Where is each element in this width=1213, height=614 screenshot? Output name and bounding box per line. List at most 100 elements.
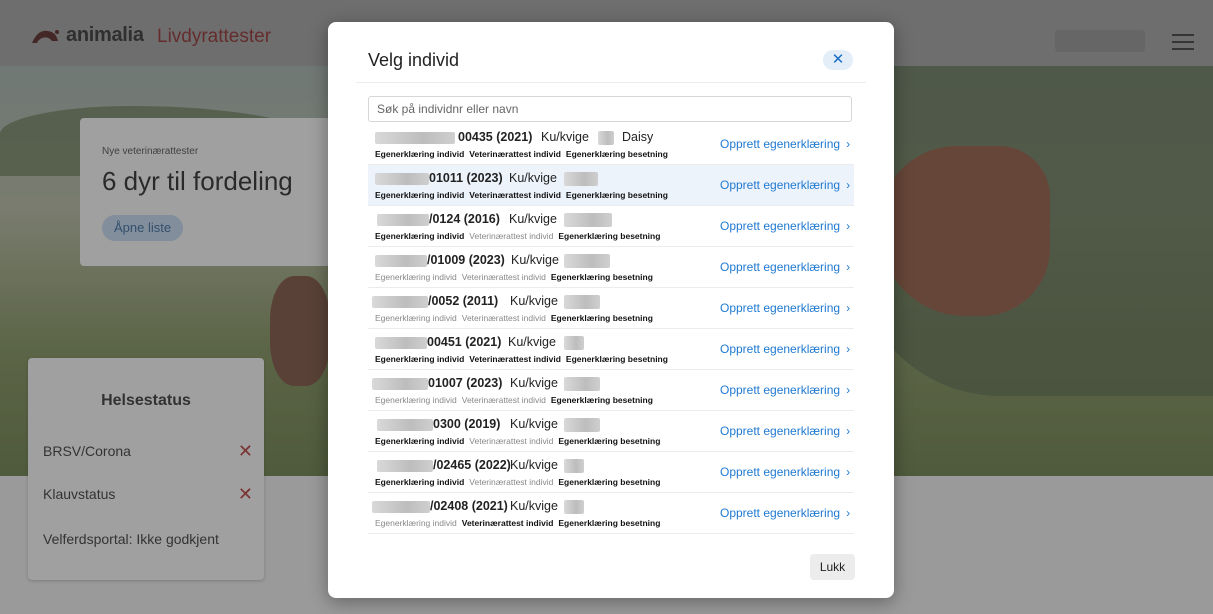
individual-list: 00435 (2021) Ku/kvige Daisy Egenerklæring i… xyxy=(368,124,854,534)
animal-category: Ku/kvige xyxy=(511,253,559,267)
list-item[interactable]: 01011 (2023) Ku/kvige Egenerklæring indivi… xyxy=(368,165,854,206)
select-individual-modal: Velg individ ✕ 00435 (2021) Ku/kvige Daisy… xyxy=(328,22,894,598)
declaration-tag: Egenerklæring individ xyxy=(375,436,465,446)
chevron-right-icon: › xyxy=(846,260,851,274)
list-item[interactable]: /0124 (2016) Ku/kvige Egenerklæring indivi… xyxy=(368,206,854,247)
declaration-tag: Veterinærattest individ xyxy=(469,354,561,364)
declaration-tags: Egenerklæring individ Veterinærattest ind… xyxy=(375,149,673,159)
create-declaration-label: Opprett egenerklæring xyxy=(720,219,841,233)
chevron-right-icon: › xyxy=(846,178,851,192)
declaration-tag: Veterinærattest individ xyxy=(469,149,561,159)
create-declaration-link[interactable]: Opprett egenerklæring › xyxy=(720,506,850,520)
redacted-name xyxy=(564,295,600,309)
search-input[interactable] xyxy=(368,96,852,122)
declaration-tag: Egenerklæring besetning xyxy=(558,231,661,241)
animal-category: Ku/kvige xyxy=(510,499,558,513)
animal-category: Ku/kvige xyxy=(510,417,558,431)
individual-number: 01007 (2023) xyxy=(428,376,503,390)
animal-category: Ku/kvige xyxy=(509,212,557,226)
create-declaration-link[interactable]: Opprett egenerklæring › xyxy=(720,383,850,397)
chevron-right-icon: › xyxy=(846,301,851,315)
individual-number: /01009 (2023) xyxy=(427,253,505,267)
declaration-tags: Egenerklæring individ Veterinærattest ind… xyxy=(375,190,673,200)
individual-number: /0052 (2011) xyxy=(428,294,499,308)
declaration-tag: Veterinærattest individ xyxy=(461,518,554,528)
list-item[interactable]: /02408 (2021) Ku/kvige Egenerklæring indiv… xyxy=(368,493,854,534)
declaration-tag: Egenerklæring besetning xyxy=(565,190,668,200)
animal-category: Ku/kvige xyxy=(510,294,558,308)
chevron-right-icon: › xyxy=(846,383,851,397)
declaration-tag: Egenerklæring besetning xyxy=(558,436,661,446)
declaration-tag: Egenerklæring besetning xyxy=(550,313,653,323)
individual-number: /02408 (2021) xyxy=(430,499,508,513)
declaration-tag: Veterinærattest individ xyxy=(461,313,546,323)
list-item[interactable]: /0052 (2011) Ku/kvige Egenerklæring indivi… xyxy=(368,288,854,329)
create-declaration-link[interactable]: Opprett egenerklæring › xyxy=(720,342,850,356)
individual-number: 00451 (2021) xyxy=(427,335,502,349)
declaration-tag: Egenerklæring individ xyxy=(375,272,457,282)
list-item[interactable]: /01009 (2023) Ku/kvige Egenerklæring indiv… xyxy=(368,247,854,288)
create-declaration-link[interactable]: Opprett egenerklæring › xyxy=(720,137,850,151)
redacted-name xyxy=(564,500,584,514)
create-declaration-label: Opprett egenerklæring xyxy=(720,342,841,356)
list-item[interactable]: /02465 (2022) Ku/kvige Egenerklæring indiv… xyxy=(368,452,854,493)
redacted-id-prefix xyxy=(372,501,430,513)
redacted-name xyxy=(564,418,600,432)
declaration-tag: Egenerklæring individ xyxy=(375,149,465,159)
chevron-right-icon: › xyxy=(846,506,851,520)
declaration-tag: Veterinærattest individ xyxy=(461,395,546,405)
declaration-tag: Egenerklæring individ xyxy=(375,190,465,200)
create-declaration-label: Opprett egenerklæring xyxy=(720,506,841,520)
create-declaration-link[interactable]: Opprett egenerklæring › xyxy=(720,301,850,315)
declaration-tags: Egenerklæring individ Veterinærattest ind… xyxy=(375,477,665,487)
create-declaration-link[interactable]: Opprett egenerklæring › xyxy=(720,178,850,192)
create-declaration-label: Opprett egenerklæring xyxy=(720,260,841,274)
individual-number: /0124 (2016) xyxy=(429,212,500,226)
animal-category: Ku/kvige xyxy=(510,376,558,390)
individual-number: 00435 (2021) xyxy=(458,130,533,144)
declaration-tag: Veterinærattest individ xyxy=(469,436,554,446)
redacted-name xyxy=(598,131,614,145)
declaration-tag: Egenerklæring besetning xyxy=(558,477,661,487)
list-item[interactable]: 01007 (2023) Ku/kvige Egenerklæring indivi… xyxy=(368,370,854,411)
declaration-tags: Egenerklæring individ Veterinærattest ind… xyxy=(375,354,673,364)
individual-number: /02465 (2022) xyxy=(433,458,511,472)
redacted-id-prefix xyxy=(375,173,429,185)
create-declaration-label: Opprett egenerklæring xyxy=(720,383,841,397)
create-declaration-link[interactable]: Opprett egenerklæring › xyxy=(720,260,850,274)
redacted-id-prefix xyxy=(375,255,427,267)
list-item[interactable]: 00435 (2021) Ku/kvige Daisy Egenerklæring i… xyxy=(368,124,854,165)
create-declaration-label: Opprett egenerklæring xyxy=(720,137,841,151)
redacted-name xyxy=(564,377,600,391)
close-icon[interactable]: ✕ xyxy=(823,50,853,70)
declaration-tag: Egenerklæring besetning xyxy=(565,149,668,159)
declaration-tags: Egenerklæring individ Veterinærattest ind… xyxy=(375,313,658,323)
create-declaration-label: Opprett egenerklæring xyxy=(720,424,841,438)
declaration-tag: Egenerklæring besetning xyxy=(565,354,668,364)
chevron-right-icon: › xyxy=(846,219,851,233)
declaration-tag: Egenerklæring besetning xyxy=(558,518,661,528)
declaration-tag: Egenerklæring individ xyxy=(375,395,457,405)
declaration-tag: Egenerklæring besetning xyxy=(550,395,653,405)
declaration-tag: Veterinærattest individ xyxy=(469,231,554,241)
chevron-right-icon: › xyxy=(846,137,851,151)
create-declaration-label: Opprett egenerklæring xyxy=(720,178,841,192)
list-item[interactable]: 00451 (2021) Ku/kvige Egenerklæring indivi… xyxy=(368,329,854,370)
divider xyxy=(356,82,866,83)
animal-category: Ku/kvige xyxy=(509,171,557,185)
redacted-name xyxy=(564,459,584,473)
list-item[interactable]: 0300 (2019) Ku/kvige Egenerklæring individ… xyxy=(368,411,854,452)
modal-title: Velg individ xyxy=(368,50,460,70)
declaration-tag: Egenerklæring individ xyxy=(375,231,465,241)
close-button[interactable]: Lukk xyxy=(810,554,855,580)
declaration-tags: Egenerklæring individ Veterinærattest ind… xyxy=(375,518,665,528)
create-declaration-link[interactable]: Opprett egenerklæring › xyxy=(720,424,850,438)
chevron-right-icon: › xyxy=(846,424,851,438)
declaration-tags: Egenerklæring individ Veterinærattest ind… xyxy=(375,272,658,282)
create-declaration-link[interactable]: Opprett egenerklæring › xyxy=(720,465,850,479)
redacted-id-prefix xyxy=(377,214,429,226)
create-declaration-link[interactable]: Opprett egenerklæring › xyxy=(720,219,850,233)
declaration-tags: Egenerklæring individ Veterinærattest ind… xyxy=(375,231,665,241)
animal-category: Ku/kvige xyxy=(510,458,558,472)
declaration-tag: Egenerklæring individ xyxy=(375,313,457,323)
